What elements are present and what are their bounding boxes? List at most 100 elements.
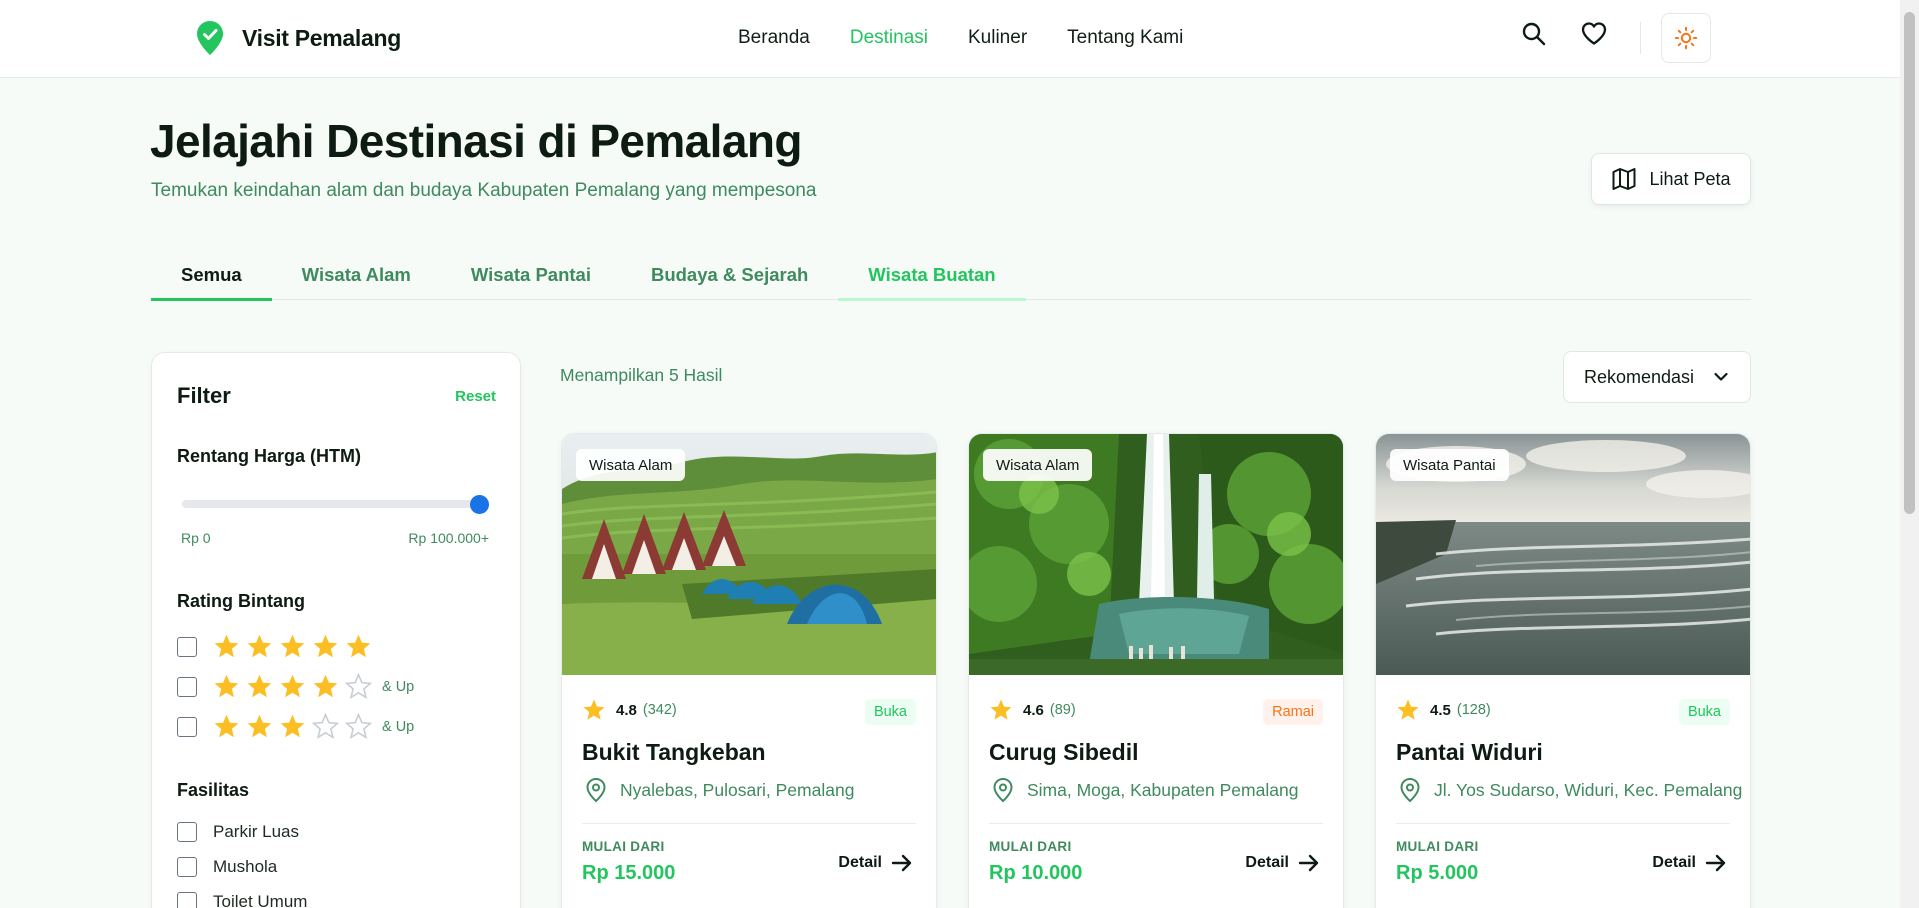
star-icon <box>990 699 1012 720</box>
price-range-track[interactable] <box>182 500 488 508</box>
destination-card[interactable]: Wisata Alam 4.6 (89) Ramai Curug Sibedil… <box>968 433 1344 908</box>
star-filled-icon <box>313 634 338 658</box>
star-icon <box>1397 699 1419 720</box>
card-divider <box>582 823 916 824</box>
map-icon <box>1612 168 1636 190</box>
facility-label: Parkir Luas <box>213 822 299 841</box>
star-filled-icon <box>313 674 338 698</box>
facility-checkbox[interactable] <box>177 822 197 842</box>
sun-icon <box>1674 26 1698 50</box>
category-tabs: Semua Wisata Alam Wisata Pantai Budaya &… <box>151 250 1751 301</box>
destination-location: Nyalebas, Pulosari, Pemalang <box>584 777 854 803</box>
brand[interactable]: Visit Pemalang <box>196 20 401 56</box>
detail-link[interactable]: Detail <box>1245 851 1321 875</box>
card-divider <box>1396 823 1730 824</box>
star-filled-icon <box>214 634 239 658</box>
facility-option-mushola[interactable]: Mushola <box>177 857 277 877</box>
view-map-label: Lihat Peta <box>1649 168 1731 189</box>
destination-card[interactable]: Wisata Pantai 4.5 (128) Buka Pantai Widu… <box>1375 433 1751 908</box>
search-icon[interactable] <box>1520 20 1548 48</box>
star-filled-icon <box>280 714 305 738</box>
tab-budaya-sejarah[interactable]: Budaya & Sejarah <box>621 250 838 300</box>
destination-name[interactable]: Curug Sibedil <box>989 739 1139 766</box>
tab-wisata-alam[interactable]: Wisata Alam <box>272 250 441 300</box>
theme-toggle-button[interactable] <box>1661 13 1711 63</box>
filter-panel: Filter Reset Rentang Harga (HTM) Rp 0 Rp… <box>151 352 521 908</box>
detail-link[interactable]: Detail <box>838 851 914 875</box>
price-range-max: Rp 100.000+ <box>408 530 489 546</box>
sort-dropdown[interactable]: Rekomendasi <box>1563 351 1751 403</box>
location-pin-icon <box>993 777 1013 803</box>
star-filled-icon <box>346 634 371 658</box>
destination-address: Nyalebas, Pulosari, Pemalang <box>620 779 855 800</box>
tab-wisata-pantai[interactable]: Wisata Pantai <box>441 250 621 300</box>
price-label: MULAI DARI <box>582 839 665 854</box>
destination-name[interactable]: Pantai Widuri <box>1396 739 1543 766</box>
destination-name[interactable]: Bukit Tangkeban <box>582 739 766 766</box>
tab-wisata-buatan[interactable]: Wisata Buatan <box>838 250 1026 301</box>
location-pin-icon <box>1400 777 1420 803</box>
rating-option-3[interactable]: & Up <box>177 713 414 740</box>
heart-icon[interactable] <box>1580 20 1608 48</box>
facilities-label: Fasilitas <box>177 780 250 800</box>
main-nav: Beranda Destinasi Kuliner Tentang Kami <box>738 27 1183 49</box>
rating-option-5[interactable] <box>177 633 382 660</box>
facility-option-toilet[interactable]: Toilet Umum <box>177 892 307 908</box>
nav-link-kuliner[interactable]: Kuliner <box>968 27 1027 49</box>
star-filled-icon <box>247 634 272 658</box>
price-value: Rp 15.000 <box>582 862 676 884</box>
rating-suffix: & Up <box>382 718 415 735</box>
nav-link-beranda[interactable]: Beranda <box>738 27 810 49</box>
review-count: (342) <box>642 702 677 718</box>
arrow-right-icon <box>891 854 912 872</box>
top-navbar: Visit Pemalang Beranda Destinasi Kuliner… <box>0 0 1900 78</box>
card-divider <box>989 823 1323 824</box>
detail-label: Detail <box>838 854 882 871</box>
detail-label: Detail <box>1245 854 1289 871</box>
sort-label: Rekomendasi <box>1584 366 1695 387</box>
facility-option-parkir[interactable]: Parkir Luas <box>177 822 299 842</box>
price-range-min: Rp 0 <box>181 530 211 546</box>
results-count: Menampilkan 5 Hasil <box>560 365 723 385</box>
facility-checkbox[interactable] <box>177 857 197 877</box>
rating-score: 4.8 <box>616 701 637 719</box>
rating-option-4[interactable]: & Up <box>177 673 414 700</box>
nav-link-tentang-kami[interactable]: Tentang Kami <box>1067 27 1183 49</box>
scrollbar-thumb[interactable] <box>1904 12 1915 514</box>
page-title: Jelajahi Destinasi di Pemalang <box>150 115 802 167</box>
tab-semua[interactable]: Semua <box>151 250 272 301</box>
destination-address: Sima, Moga, Kabupaten Pemalang <box>1027 779 1299 800</box>
rating-score: 4.5 <box>1430 701 1451 719</box>
status-badge: Buka <box>864 699 916 725</box>
star-filled-icon <box>247 714 272 738</box>
nav-divider <box>1640 22 1641 54</box>
rating-5-checkbox[interactable] <box>177 636 197 657</box>
price-value: Rp 10.000 <box>989 862 1083 884</box>
facility-label: Mushola <box>213 857 278 876</box>
review-count: (128) <box>1456 702 1491 718</box>
nav-link-destinasi[interactable]: Destinasi <box>850 27 928 49</box>
view-map-button[interactable]: Lihat Peta <box>1591 153 1751 205</box>
location-pin-icon <box>586 777 606 803</box>
rating-3-checkbox[interactable] <box>177 716 197 737</box>
category-badge: Wisata Alam <box>576 449 686 481</box>
arrow-right-icon <box>1705 854 1726 872</box>
status-badge: Ramai <box>1263 699 1323 725</box>
price-range-thumb[interactable] <box>470 495 489 514</box>
rating-stars <box>213 713 372 740</box>
status-badge: Buka <box>1678 699 1730 725</box>
destination-address: Jl. Yos Sudarso, Widuri, Kec. Pemalang <box>1434 779 1743 800</box>
filter-reset-link[interactable]: Reset <box>455 388 496 405</box>
rating-4-checkbox[interactable] <box>177 676 197 697</box>
destination-card[interactable]: Wisata Alam 4.8 (342) Buka Bukit Tangkeb… <box>561 433 937 908</box>
page-scrollbar[interactable] <box>1900 0 1919 908</box>
facility-checkbox[interactable] <box>177 892 197 908</box>
star-outline-icon <box>312 713 339 739</box>
detail-link[interactable]: Detail <box>1652 851 1728 875</box>
price-range-label: Rentang Harga (HTM) <box>177 446 361 466</box>
destination-location: Sima, Moga, Kabupaten Pemalang <box>991 777 1298 803</box>
rating-label: Rating Bintang <box>177 591 305 611</box>
rating-stars <box>213 633 372 660</box>
star-outline-icon <box>345 713 372 739</box>
price-value: Rp 5.000 <box>1396 862 1479 884</box>
